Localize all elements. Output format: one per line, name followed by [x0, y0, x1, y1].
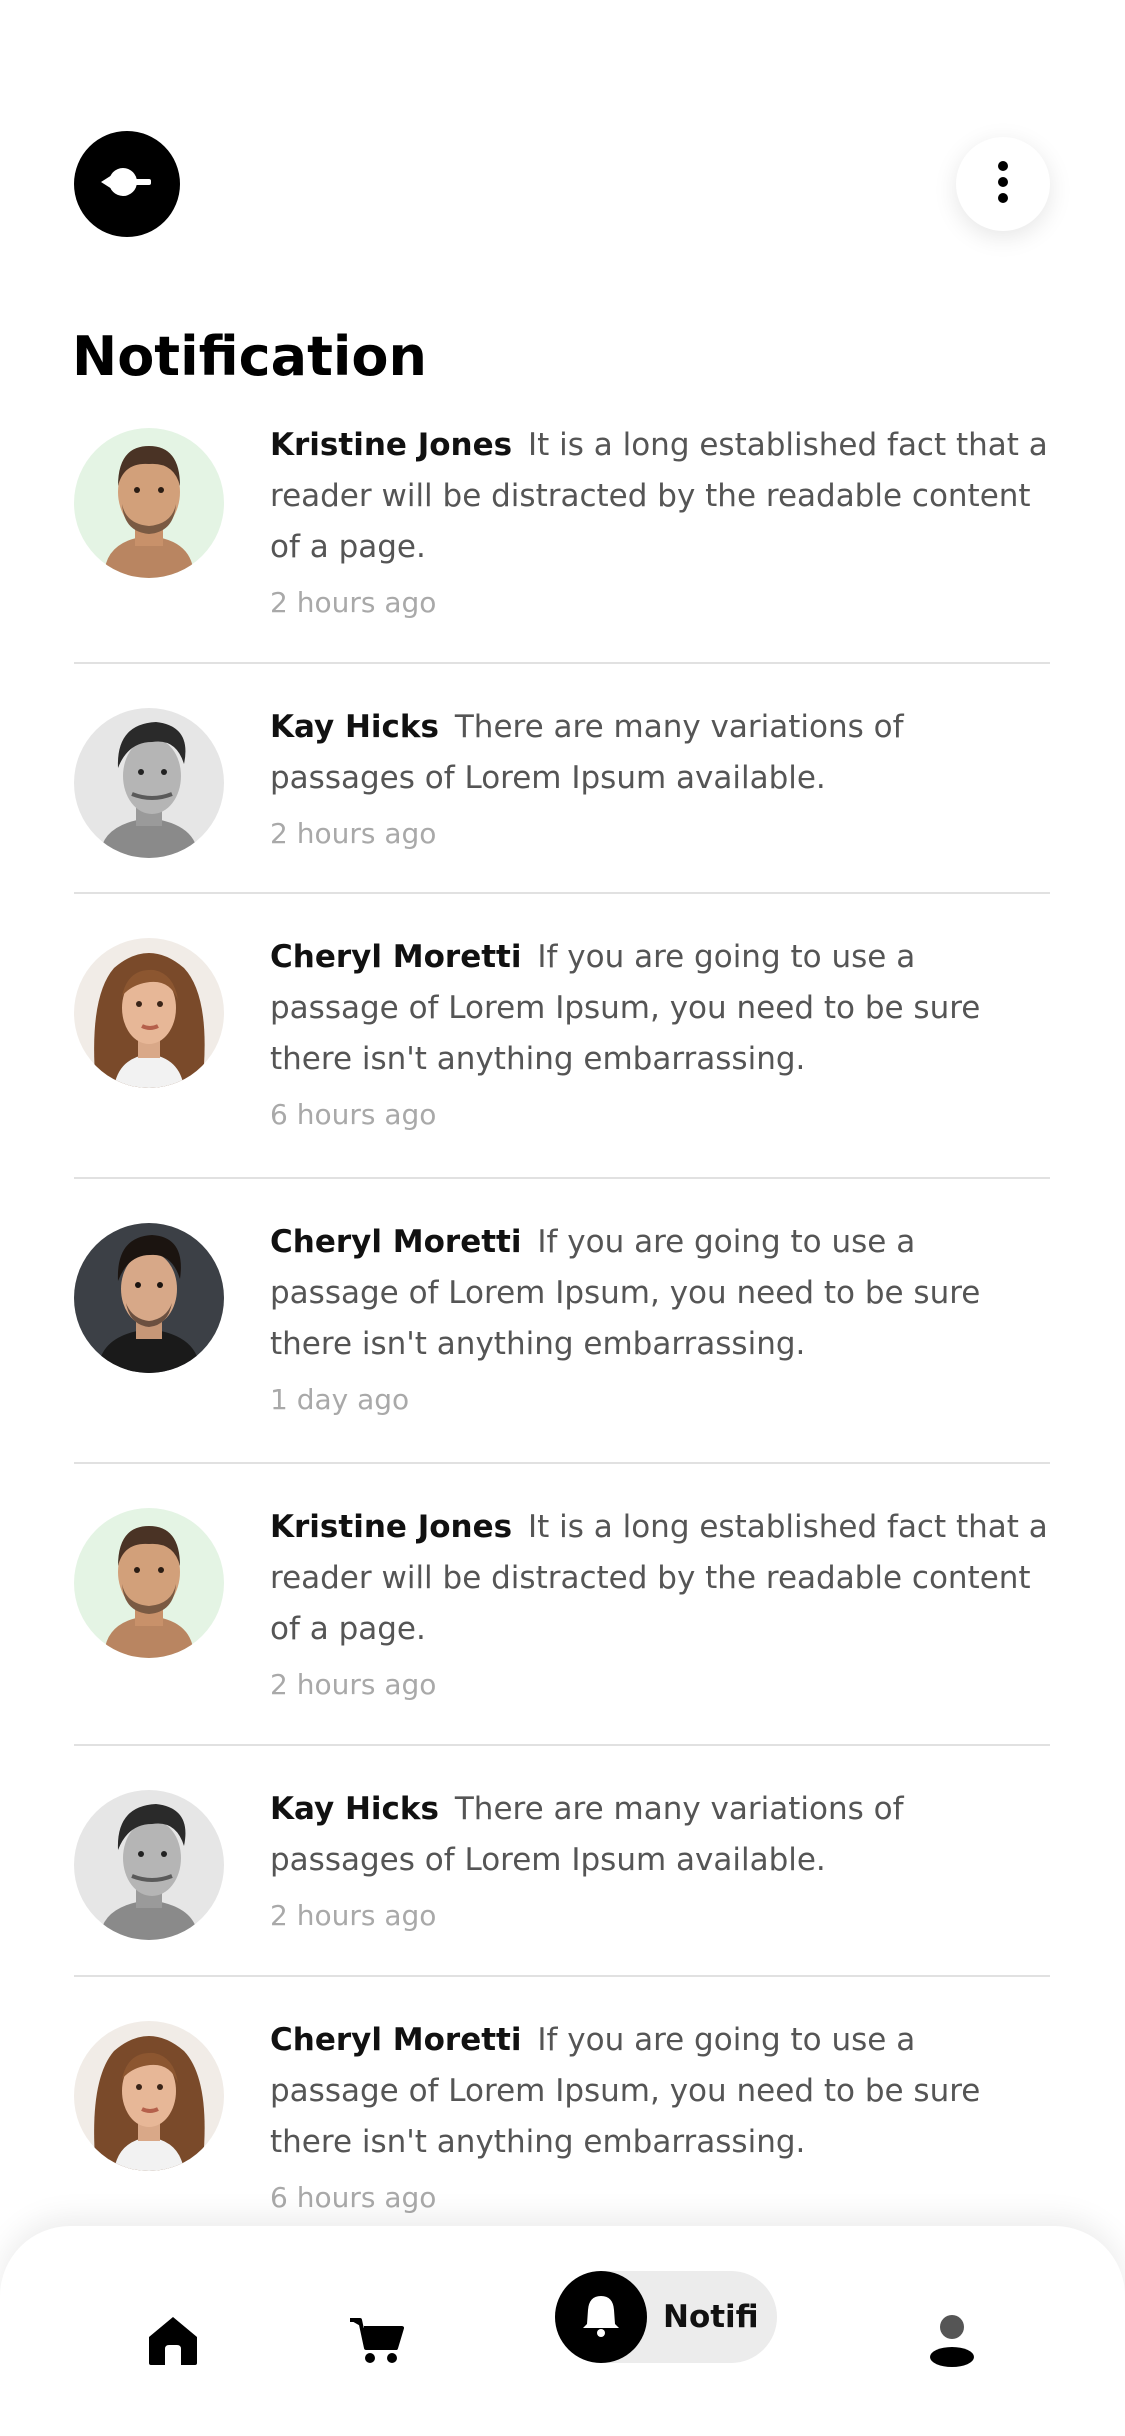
avatar — [74, 1508, 224, 1658]
bell-circle — [555, 2271, 647, 2363]
notification-time: 2 hours ago — [270, 1668, 437, 1701]
nav-active-label: Notifi — [663, 2299, 759, 2335]
cart-icon — [348, 2314, 404, 2370]
list-item[interactable]: Kay Hicks There are many variations of p… — [74, 664, 1050, 894]
list-item[interactable]: Cheryl Moretti If you are going to use a… — [74, 1179, 1050, 1464]
notification-list: Kristine Jones It is a long established … — [74, 420, 1050, 2257]
list-item[interactable]: Kay Hicks There are many variations of p… — [74, 1746, 1050, 1977]
sender-name: Cheryl Moretti — [270, 939, 522, 975]
notification-time: 1 day ago — [270, 1383, 410, 1416]
more-options-button[interactable] — [956, 137, 1050, 231]
notification-content: Kay Hicks There are many variations of p… — [270, 1784, 1050, 1936]
sender-name: Kay Hicks — [270, 1791, 440, 1827]
notification-content: Kay Hicks There are many variations of p… — [270, 702, 1050, 854]
sender-name: Cheryl Moretti — [270, 1224, 522, 1260]
list-item[interactable]: Kristine Jones It is a long established … — [74, 420, 1050, 664]
list-item[interactable]: Cheryl Moretti If you are going to use a… — [74, 894, 1050, 1179]
back-arrow-icon — [97, 162, 157, 206]
avatar — [74, 708, 224, 858]
notification-content: Cheryl Moretti If you are going to use a… — [270, 932, 1050, 1135]
notification-content: Kristine Jones It is a long established … — [270, 420, 1050, 623]
notification-content: Cheryl Moretti If you are going to use a… — [270, 2015, 1050, 2218]
back-button[interactable] — [74, 131, 180, 237]
notification-time: 2 hours ago — [270, 817, 437, 850]
notification-time: 2 hours ago — [270, 1899, 437, 1932]
avatar — [74, 1790, 224, 1940]
notification-content: Kristine Jones It is a long established … — [270, 1502, 1050, 1705]
nav-profile-button[interactable] — [922, 2312, 982, 2372]
home-icon — [145, 2313, 201, 2371]
profile-icon — [928, 2313, 976, 2371]
avatar — [74, 1223, 224, 1373]
avatar — [74, 2021, 224, 2171]
sender-name: Kay Hicks — [270, 709, 440, 745]
nav-cart-button[interactable] — [346, 2312, 406, 2372]
notification-time: 6 hours ago — [270, 1098, 437, 1131]
nav-home-button[interactable] — [143, 2312, 203, 2372]
avatar — [74, 428, 224, 578]
sender-name: Kristine Jones — [270, 1509, 513, 1545]
nav-notifications-button[interactable]: Notifi — [555, 2271, 777, 2363]
avatar — [74, 938, 224, 1088]
bell-icon — [581, 2292, 621, 2342]
notification-content: Cheryl Moretti If you are going to use a… — [270, 1217, 1050, 1420]
sender-name: Cheryl Moretti — [270, 2022, 522, 2058]
list-item[interactable]: Cheryl Moretti If you are going to use a… — [74, 1977, 1050, 2257]
list-item[interactable]: Kristine Jones It is a long established … — [74, 1464, 1050, 1746]
page-title: Notification — [72, 325, 427, 388]
sender-name: Kristine Jones — [270, 427, 513, 463]
more-vertical-icon — [997, 160, 1009, 208]
notification-time: 6 hours ago — [270, 2181, 437, 2214]
notification-time: 2 hours ago — [270, 586, 437, 619]
notification-screen: Notification Kristine Jones It is a long… — [0, 0, 1125, 2436]
